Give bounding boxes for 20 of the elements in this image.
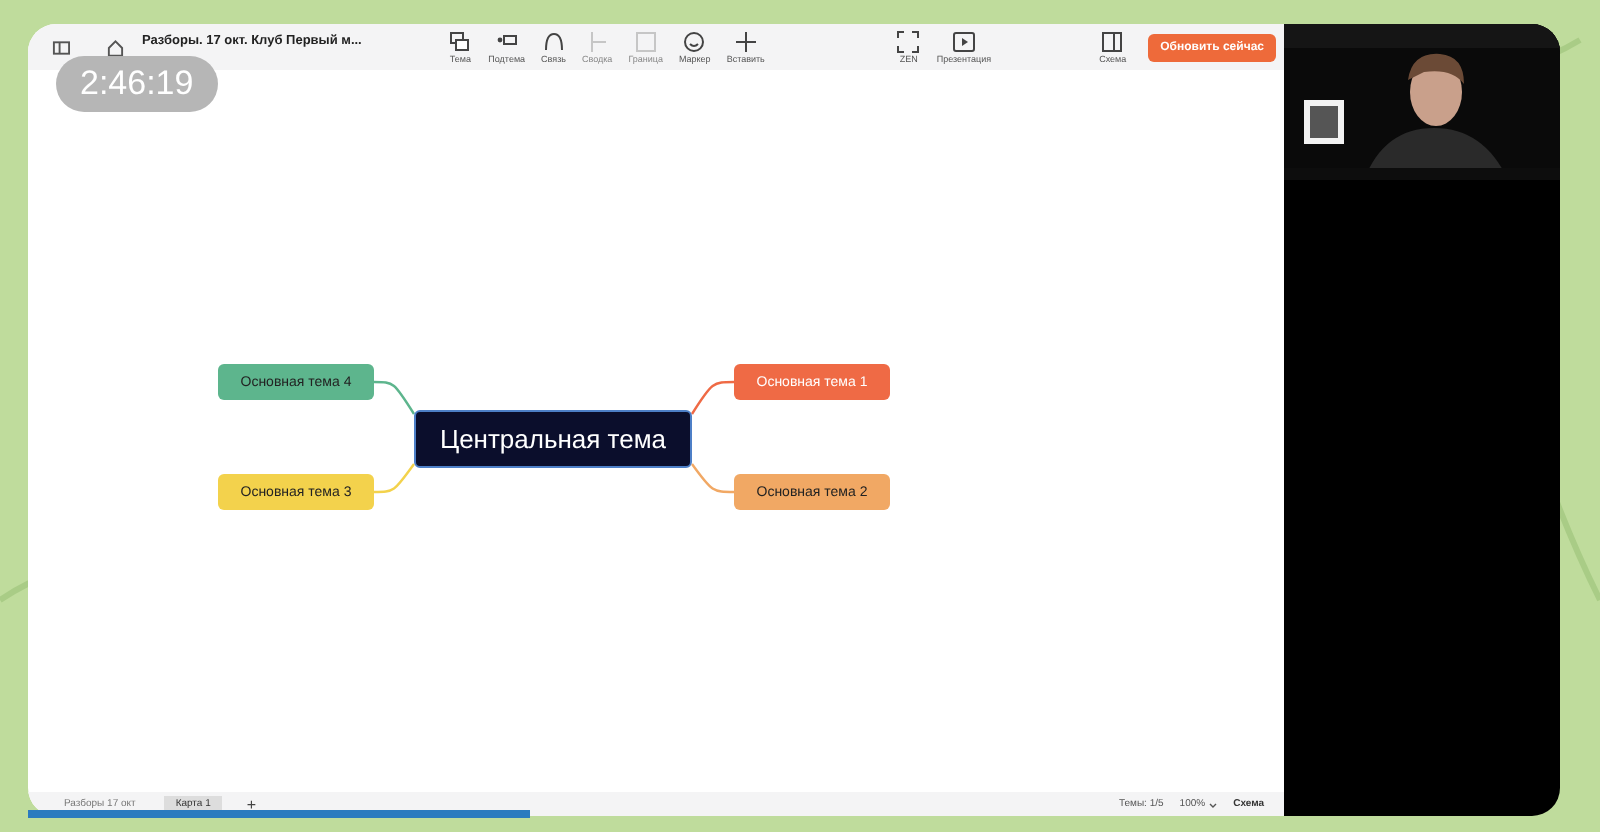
playback-progress[interactable]: [28, 810, 531, 818]
smiley-icon: [682, 30, 707, 54]
caret-icon: [1207, 799, 1218, 809]
play-icon: [951, 30, 976, 54]
plus-icon: [733, 30, 758, 54]
curve-icon: [541, 30, 566, 54]
panel-icon: [1100, 30, 1125, 54]
sidebar-icon: [52, 37, 71, 57]
fullscreen-icon: [896, 30, 921, 54]
connector-line: [374, 380, 415, 415]
boundary-icon: [633, 30, 658, 54]
elapsed-timer: 2:46:19: [56, 56, 218, 112]
connector-line: [691, 463, 734, 494]
connector-line: [691, 380, 734, 415]
home-icon: [106, 37, 126, 57]
topic-icon: [448, 30, 473, 54]
bracket-icon: [585, 30, 610, 54]
connector-line: [374, 463, 415, 494]
add-sheet-button[interactable]: +: [238, 795, 265, 813]
central-topic[interactable]: Центральная тема: [414, 410, 692, 468]
